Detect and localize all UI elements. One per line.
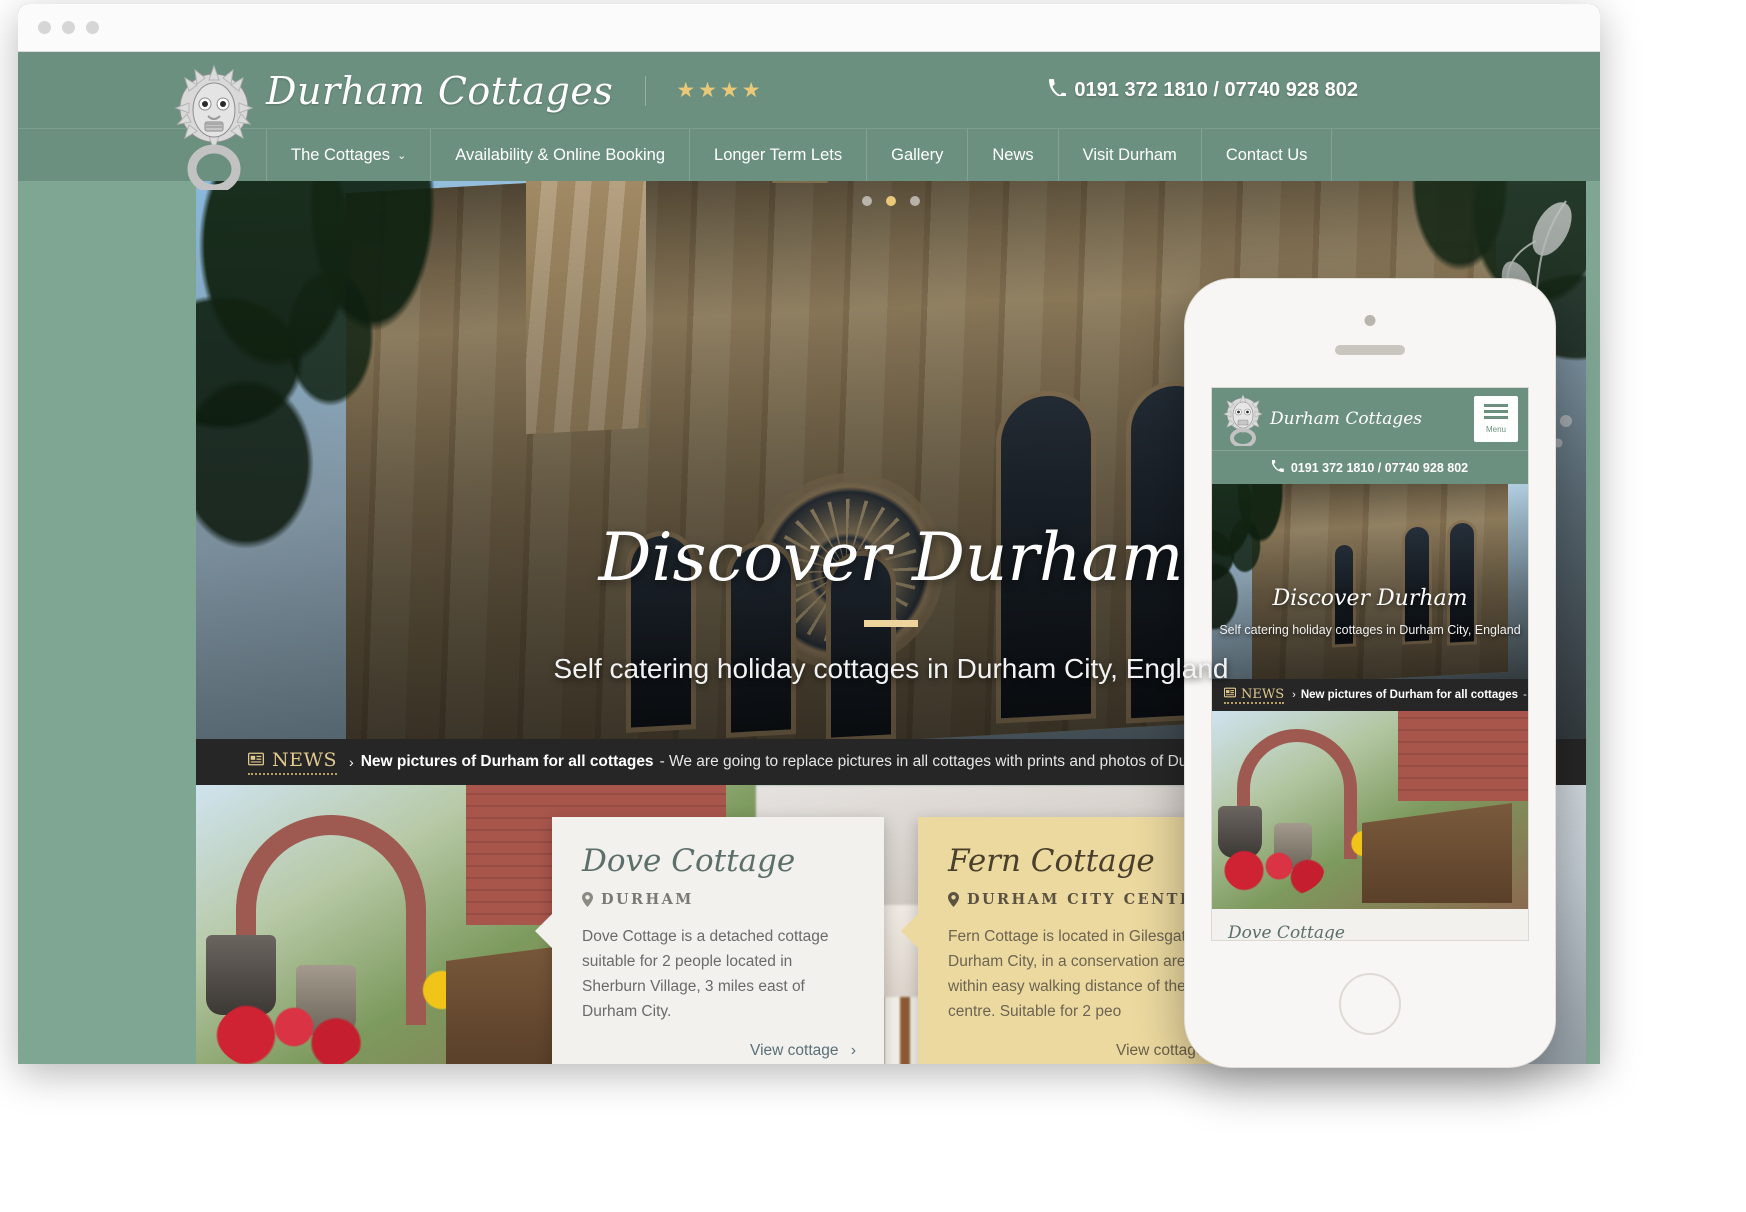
brick-wall xyxy=(1398,711,1528,801)
mobile-cottage-photo[interactable] xyxy=(1212,711,1528,909)
phone-icon xyxy=(1271,459,1284,475)
header-divider xyxy=(645,75,647,106)
nav-item-longer-term-lets[interactable]: Longer Term Lets xyxy=(689,129,866,181)
cottage-location-label: DURHAM CITY CENTRE xyxy=(967,891,1208,908)
hero-title: Discover Durham xyxy=(598,519,1184,596)
nav-item-gallery[interactable]: Gallery xyxy=(866,129,967,181)
news-badge-label: NEWS xyxy=(1241,686,1285,702)
view-cottage-link-dove[interactable]: View cottage › xyxy=(582,1042,856,1060)
mobile-hero-title: Discover Durham xyxy=(1272,586,1468,611)
view-cottage-label: View cottage xyxy=(750,1042,839,1060)
star-rating: ★★★★ xyxy=(676,79,764,102)
front-camera xyxy=(1364,315,1376,326)
chevron-down-icon: ⌄ xyxy=(397,149,407,162)
hero-subtitle: Self catering holiday cottages in Durham… xyxy=(553,653,1229,685)
window-minimize-dot[interactable] xyxy=(62,21,75,34)
chevron-right-icon: › xyxy=(850,1042,856,1060)
lion-door-knocker-icon xyxy=(173,64,255,194)
earpiece-speaker xyxy=(1335,345,1405,355)
phone-icon xyxy=(1049,79,1068,102)
site-brand-title[interactable]: Durham Cottages xyxy=(266,69,613,113)
garden-furniture xyxy=(1362,803,1512,903)
chevron-right-icon: › xyxy=(1292,689,1296,701)
header-phone[interactable]: 0191 372 1810 / 07740 928 802 xyxy=(1049,79,1358,102)
view-cottage-link-fern[interactable]: View cottage › xyxy=(948,1042,1222,1060)
cottage-card-dove[interactable]: Dove Cottage DURHAM Dove Cottage is a de… xyxy=(535,817,884,1064)
nav-label: Gallery xyxy=(891,145,944,164)
menu-label: Menu xyxy=(1485,425,1506,434)
news-card-icon xyxy=(1223,687,1237,702)
cottage-location-label: DURHAM xyxy=(601,891,694,908)
chevron-right-icon: › xyxy=(349,754,354,770)
cottage-location: DURHAM CITY CENTRE xyxy=(948,891,1222,908)
cottage-description: Fern Cottage is located in Gilesgate, Du… xyxy=(948,928,1214,1021)
menu-bar xyxy=(1484,416,1508,419)
slider-dot-1[interactable] xyxy=(861,196,872,206)
cottage-name: Dove Cottage xyxy=(1228,923,1345,941)
mobile-phone-bar[interactable]: 0191 372 1810 / 07740 928 802 xyxy=(1212,450,1528,484)
nav-label: Longer Term Lets xyxy=(714,145,843,164)
mobile-brand-title[interactable]: Durham Cottages xyxy=(1270,409,1422,429)
mobile-hero-text: Discover Durham Self catering holiday co… xyxy=(1212,586,1528,637)
phone-number-text: 0191 372 1810 / 07740 928 802 xyxy=(1074,79,1358,101)
window-close-dot[interactable] xyxy=(38,21,51,34)
nav-label: The Cottages xyxy=(291,145,391,164)
mobile-cottage-card[interactable]: Dove Cottage DURHAM Dove Cottage is a de… xyxy=(1212,909,1528,941)
mobile-hero-subtitle: Self catering holiday cottages in Durham… xyxy=(1219,623,1521,637)
news-body: - We are xyxy=(1523,689,1528,701)
cottage-name: Dove Cottage xyxy=(582,843,796,879)
nav-item-contact-us[interactable]: Contact Us xyxy=(1200,129,1333,181)
window-maximize-dot[interactable] xyxy=(86,21,99,34)
news-badge: NEWS xyxy=(1223,686,1285,704)
nav-item-availability[interactable]: Availability & Online Booking xyxy=(430,129,689,181)
slider-pagination xyxy=(196,193,1586,211)
slider-dot-3[interactable] xyxy=(910,196,921,206)
hamburger-menu-icon[interactable]: Menu xyxy=(1474,396,1518,442)
cottage-description: Dove Cottage is a detached cottage suita… xyxy=(582,928,829,1021)
news-card-icon xyxy=(248,749,264,771)
main-navigation: The Cottages ⌄ Availability & Online Boo… xyxy=(18,129,1600,181)
home-button[interactable] xyxy=(1339,973,1401,1035)
nav-item-news[interactable]: News xyxy=(967,129,1057,181)
nav-label: Contact Us xyxy=(1225,145,1308,164)
red-flowers xyxy=(1224,843,1324,898)
browser-titlebar xyxy=(18,4,1600,52)
site-header: Durham Cottages ★★★★ 0191 372 1810 / 077… xyxy=(18,52,1600,194)
nav-label: Visit Durham xyxy=(1082,145,1177,164)
news-headline[interactable]: New pictures of Durham for all cottages xyxy=(1301,689,1518,701)
screenshot-stage: Durham Cottages ★★★★ 0191 372 1810 / 077… xyxy=(0,0,1746,1212)
map-pin-icon xyxy=(948,892,959,907)
mobile-phone-number: 0191 372 1810 / 07740 928 802 xyxy=(1290,460,1469,475)
hero-divider xyxy=(864,620,918,628)
map-pin-icon xyxy=(582,892,593,907)
cottage-name: Fern Cottage xyxy=(948,843,1155,879)
nav-label: News xyxy=(992,145,1034,164)
mobile-header: Durham Cottages Menu xyxy=(1212,388,1528,450)
news-badge-label: NEWS xyxy=(272,749,338,771)
news-headline[interactable]: New pictures of Durham for all cottages xyxy=(361,753,654,771)
news-badge: NEWS xyxy=(248,749,338,775)
cottage-location: DURHAM xyxy=(582,891,856,908)
nav-item-visit-durham[interactable]: Visit Durham xyxy=(1057,129,1201,181)
nav-item-the-cottages[interactable]: The Cottages ⌄ xyxy=(266,129,430,181)
nav-label: Availability & Online Booking xyxy=(455,145,666,164)
lion-door-knocker-icon xyxy=(1222,394,1264,448)
menu-bar xyxy=(1484,404,1508,407)
menu-bar xyxy=(1484,410,1508,413)
slider-dot-2[interactable] xyxy=(886,196,896,206)
